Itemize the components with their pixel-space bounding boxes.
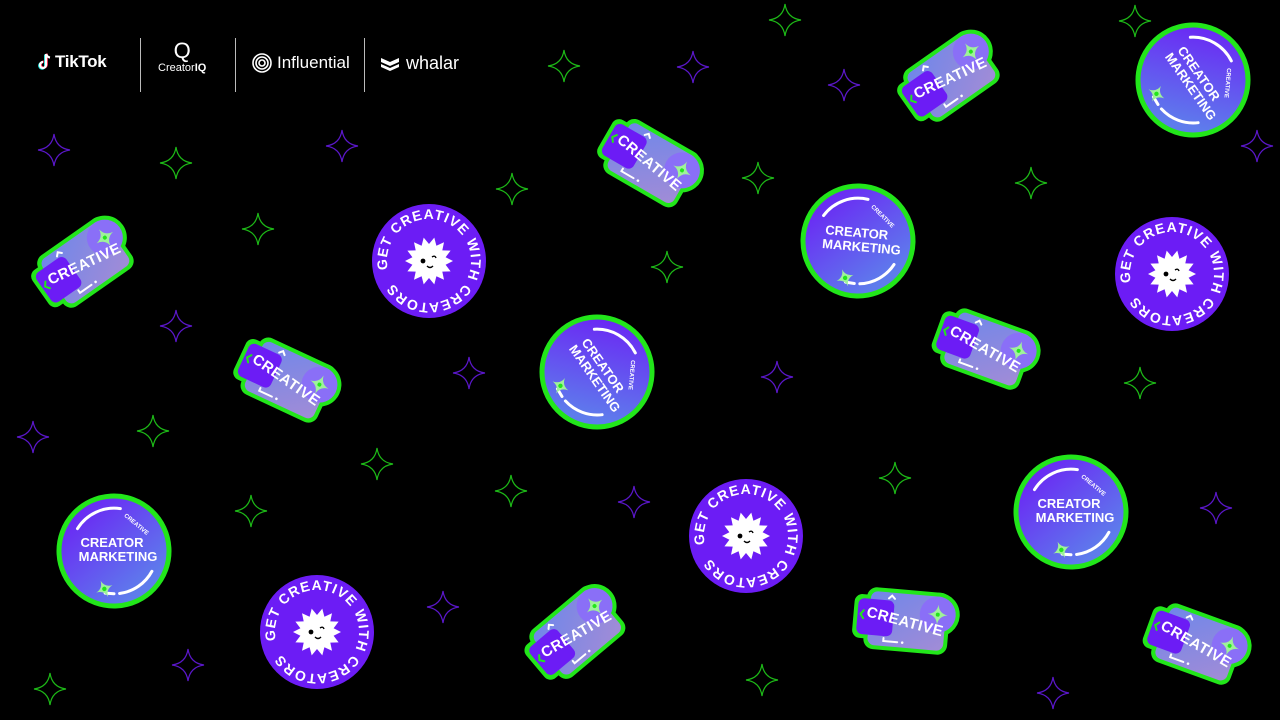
sparkle-star-icon bbox=[1241, 130, 1273, 162]
sparkle-star-icon bbox=[361, 448, 393, 480]
sparkle-star-icon bbox=[38, 134, 70, 166]
sparkle-star-icon bbox=[548, 50, 580, 82]
stickers-layer: GET CREATIVE WITH CREATORS GET CREATIVE W… bbox=[31, 22, 1252, 708]
creative-tag-sticker: CREATIVE bbox=[31, 215, 134, 308]
sparkle-star-icon bbox=[677, 51, 709, 83]
sparkle-star-icon bbox=[453, 357, 485, 389]
sparkle-star-icon bbox=[769, 4, 801, 36]
sparkle-star-icon bbox=[761, 361, 793, 393]
creative-tag-sticker: CREATIVE bbox=[233, 337, 342, 423]
mascot-eye bbox=[308, 629, 314, 635]
sparkle-star-icon bbox=[160, 147, 192, 179]
sparkle-star-icon bbox=[242, 213, 274, 245]
sparkle-star-icon bbox=[34, 673, 66, 705]
creatoriq-wordmark-prefix: Creator bbox=[158, 62, 195, 74]
creative-tag-sticker: CREATIVE bbox=[852, 587, 960, 655]
influential-logo: Influential bbox=[252, 53, 350, 73]
sparkle-star-icon bbox=[1119, 5, 1151, 37]
sparkle-star-icon bbox=[879, 462, 911, 494]
sparkle-star-icon bbox=[496, 173, 528, 205]
sticker-title-line1: CREATOR bbox=[1037, 496, 1101, 511]
whalar-logo: whalar bbox=[380, 53, 459, 74]
creative-tag-sticker: CREATIVE bbox=[597, 118, 704, 208]
sparkle-star-icon bbox=[326, 130, 358, 162]
mascot-eye bbox=[737, 533, 743, 539]
partner-logos-bar: TikTok Q CreatorIQ Influential whalar bbox=[0, 38, 480, 92]
sparkle-star-icon bbox=[1037, 677, 1069, 709]
sparkle-star-icon bbox=[1200, 492, 1232, 524]
sparkle-star-icon bbox=[427, 591, 459, 623]
creative-tag-sticker: CREATIVE bbox=[1142, 603, 1252, 685]
logo-divider bbox=[140, 38, 141, 92]
get-creative-sticker: GET CREATIVE WITH CREATORS bbox=[242, 557, 393, 708]
sparkle-star-icon bbox=[495, 475, 527, 507]
get-creative-sticker: GET CREATIVE WITH CREATORS bbox=[354, 186, 505, 337]
creator-marketing-sticker: CREATORMARKETINGCREATIVE bbox=[56, 493, 172, 609]
influential-rings-icon bbox=[252, 53, 272, 73]
mascot-eye bbox=[420, 258, 426, 264]
sparkle-star-icon bbox=[160, 310, 192, 342]
sparkle-star-icon bbox=[1124, 367, 1156, 399]
sticker-title-line2: MARKETING bbox=[79, 549, 158, 564]
creative-tag-sticker: CREATIVE bbox=[524, 584, 626, 680]
creator-marketing-sticker: CREATORMARKETINGCREATIVE bbox=[539, 314, 655, 430]
whalar-chevrons-icon bbox=[381, 57, 399, 71]
creative-tag-sticker: CREATIVE bbox=[897, 29, 1000, 122]
sparkle-star-icon bbox=[618, 486, 650, 518]
mascot-eye bbox=[1163, 271, 1169, 277]
sticker-pattern-canvas: GET CREATIVE WITH CREATORS GET CREATIVE W… bbox=[0, 0, 1280, 720]
get-creative-sticker: GET CREATIVE WITH CREATORS bbox=[671, 461, 822, 612]
sparkle-star-icon bbox=[1015, 167, 1047, 199]
creator-marketing-sticker: CREATORMARKETINGCREATIVE bbox=[1013, 454, 1129, 570]
sparkle-star-icon bbox=[137, 415, 169, 447]
creator-marketing-sticker: CREATORMARKETINGCREATIVE bbox=[800, 183, 916, 299]
tiktok-logo: TikTok bbox=[37, 52, 107, 72]
creative-tag-sticker: CREATIVE bbox=[931, 308, 1041, 390]
sparkle-star-icon bbox=[172, 649, 204, 681]
logo-divider bbox=[235, 38, 236, 92]
creatoriq-wordmark-suffix: IQ bbox=[194, 62, 207, 74]
whalar-wordmark: whalar bbox=[406, 53, 460, 73]
tiktok-wordmark: TikTok bbox=[55, 52, 107, 71]
sparkle-star-icon bbox=[651, 251, 683, 283]
creator-marketing-sticker: CREATORMARKETINGCREATIVE bbox=[1135, 22, 1251, 138]
sticker-title-line1: CREATOR bbox=[80, 535, 144, 550]
tiktok-note-icon bbox=[38, 53, 51, 70]
sparkle-star-icon bbox=[742, 162, 774, 194]
sparkle-star-icon bbox=[828, 69, 860, 101]
influential-wordmark: Influential bbox=[277, 53, 350, 72]
sparkle-star-icon bbox=[746, 664, 778, 696]
sparkle-star-icon bbox=[235, 495, 267, 527]
creatoriq-wordmark: CreatorIQ bbox=[158, 62, 206, 74]
creatoriq-q-icon: Q bbox=[173, 38, 191, 63]
sparkle-star-icon bbox=[17, 421, 49, 453]
get-creative-sticker: GET CREATIVE WITH CREATORS bbox=[1097, 199, 1248, 350]
logo-divider bbox=[364, 38, 365, 92]
sticker-title-line2: MARKETING bbox=[1036, 510, 1115, 525]
creatoriq-logo: Q CreatorIQ bbox=[158, 38, 206, 75]
